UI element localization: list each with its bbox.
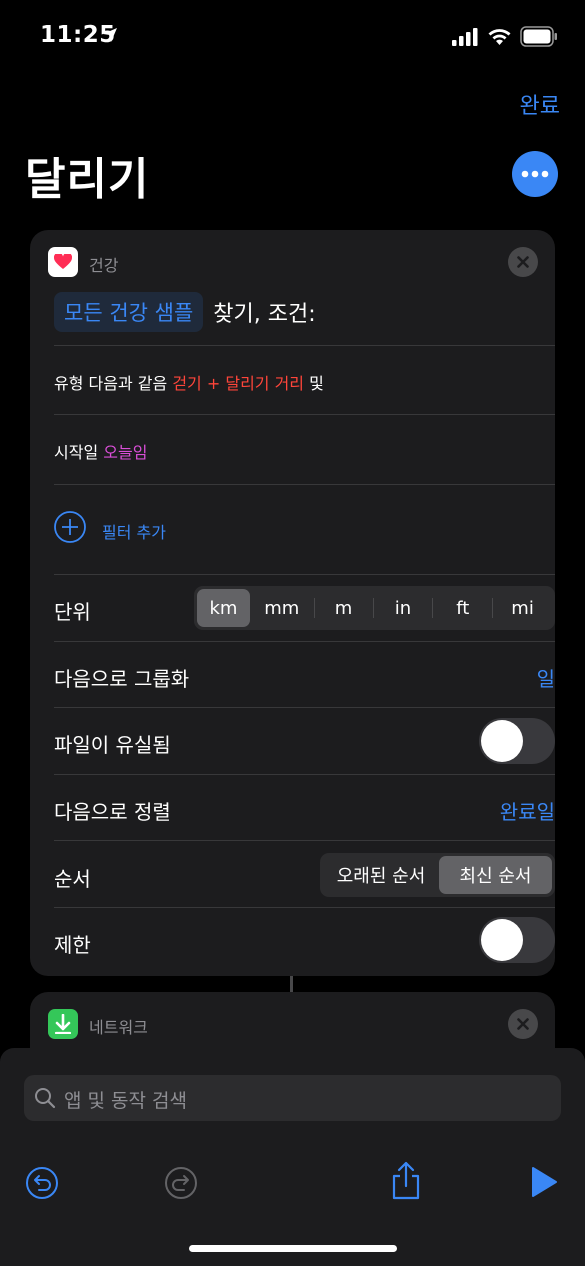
fill-missing-label: 파일이 유실됨 (54, 733, 171, 757)
filter-type-label: 유형 (54, 374, 84, 393)
sort-by-row[interactable]: 다음으로 정렬 완료일 (54, 774, 555, 840)
unit-option-km[interactable]: km (197, 589, 250, 627)
action-search-sheet: 앱 및 동작 검색 (0, 1048, 585, 1266)
network-app-icon (48, 1009, 78, 1039)
order-segmented-control: 오래된 순서 최신 순서 (320, 853, 555, 897)
sort-by-label: 다음으로 정렬 (54, 800, 171, 824)
filter-start-value[interactable]: 오늘임 (103, 443, 147, 462)
filter-type-text: 유형 다음과 같음 걷기 + 달리기 거리 및 (54, 370, 324, 394)
unit-segmented-control: km mm m in ft mi (194, 586, 555, 630)
limit-row: 제한 (54, 907, 555, 976)
action-connector (290, 976, 293, 992)
sort-by-value[interactable]: 완료일 (500, 796, 555, 825)
toggle-knob (481, 720, 523, 762)
unit-option-in[interactable]: in (374, 589, 433, 627)
unit-label: 단위 (54, 600, 91, 624)
remove-action-button[interactable] (508, 1009, 538, 1039)
unit-option-ft[interactable]: ft (433, 589, 492, 627)
group-by-label: 다음으로 그룹화 (54, 667, 190, 691)
add-filter-row[interactable]: 필터 추가 (54, 484, 555, 574)
unit-option-mm[interactable]: mm (250, 589, 314, 627)
more-button[interactable] (512, 151, 558, 197)
app-label: 건강 (89, 256, 119, 275)
battery-icon (520, 26, 557, 47)
group-by-value[interactable]: 일 (537, 663, 555, 692)
health-action-card: 건강 모든 건강 샘플 찾기, 조건: 유형 다음과 같음 걷기 + 달리기 거… (30, 230, 555, 976)
search-input[interactable]: 앱 및 동작 검색 (24, 1075, 561, 1121)
done-button[interactable]: 완료 (520, 88, 560, 120)
status-bar: 11:25 (0, 0, 585, 75)
group-by-row[interactable]: 다음으로 그룹화 일 (54, 641, 555, 707)
share-icon[interactable] (390, 1160, 422, 1200)
filter-type-operator[interactable]: 다음과 같음 (89, 374, 168, 393)
filter-start-label: 시작일 (54, 443, 99, 462)
close-icon (517, 256, 529, 268)
action-text: 찾기, 조건: (213, 302, 316, 327)
search-placeholder: 앱 및 동작 검색 (64, 1090, 187, 1112)
play-icon[interactable] (530, 1166, 558, 1198)
filter-conjunction[interactable]: 및 (309, 374, 324, 393)
toggle-knob (481, 919, 523, 961)
plus-circle-icon (54, 511, 86, 543)
filter-start-text: 시작일 오늘임 (54, 439, 147, 463)
unit-row: 단위 km mm m in ft mi (54, 574, 555, 641)
action-summary: 모든 건강 샘플 찾기, 조건: (54, 292, 316, 332)
health-app-icon (48, 247, 78, 277)
app-label: 네트워크 (89, 1018, 148, 1037)
cellular-signal-icon (452, 28, 478, 46)
order-option-newest[interactable]: 최신 순서 (439, 856, 552, 894)
download-arrow-icon (54, 1014, 72, 1034)
unit-option-m[interactable]: m (315, 589, 373, 627)
search-icon (35, 1088, 56, 1109)
filter-row-type[interactable]: 유형 다음과 같음 걷기 + 달리기 거리 및 (54, 345, 555, 414)
page-title: 달리기 (25, 154, 150, 205)
filter-row-start-date[interactable]: 시작일 오늘임 (54, 414, 555, 484)
order-row: 순서 오래된 순서 최신 순서 (54, 840, 555, 907)
home-indicator[interactable] (189, 1245, 397, 1252)
sample-type-token[interactable]: 모든 건강 샘플 (54, 292, 204, 332)
limit-label: 제한 (54, 933, 91, 957)
order-label: 순서 (54, 867, 91, 891)
order-option-oldest[interactable]: 오래된 순서 (323, 856, 439, 894)
action-header: 네트워크 (30, 992, 555, 1056)
remove-action-button[interactable] (508, 247, 538, 277)
redo-icon[interactable] (164, 1166, 198, 1200)
wifi-icon (488, 29, 511, 45)
unit-option-mi[interactable]: mi (493, 589, 552, 627)
limit-toggle[interactable] (479, 917, 555, 963)
close-icon (517, 1018, 529, 1030)
add-filter-label[interactable]: 필터 추가 (102, 519, 166, 543)
action-header: 건강 (30, 230, 555, 294)
undo-icon[interactable] (25, 1166, 59, 1200)
fill-missing-row: 파일이 유실됨 (54, 707, 555, 774)
location-arrow-icon (103, 28, 117, 42)
ellipsis-icon (521, 170, 549, 178)
heart-icon (54, 254, 72, 269)
fill-missing-toggle[interactable] (479, 718, 555, 764)
filter-type-value[interactable]: 걷기 + 달리기 거리 (172, 374, 304, 393)
